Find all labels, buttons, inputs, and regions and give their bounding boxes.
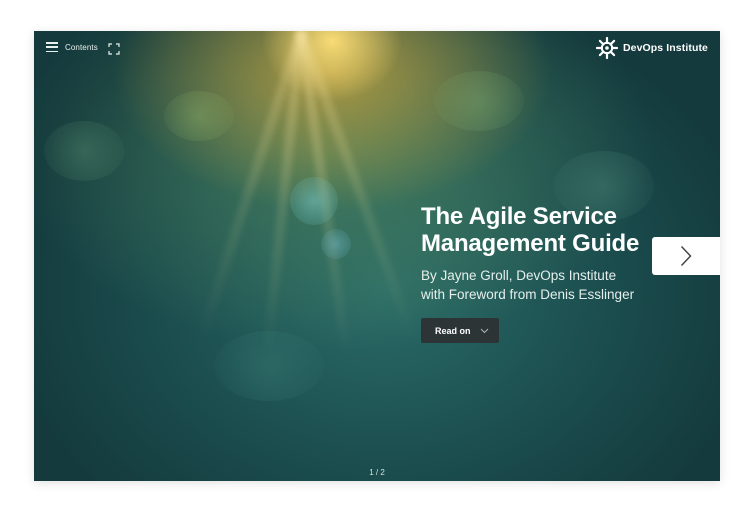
next-page-button[interactable] (652, 237, 720, 275)
fullscreen-icon (108, 43, 120, 55)
top-bar: Contents DevOps Institute (34, 31, 720, 67)
read-on-label: Read on (435, 325, 471, 336)
fullscreen-button[interactable] (108, 42, 120, 55)
read-on-button[interactable]: Read on (421, 318, 499, 343)
contents-menu-button[interactable]: Contents (46, 42, 98, 52)
chevron-right-icon (680, 246, 692, 266)
byline-line-1: By Jayne Groll, DevOps Institute (421, 268, 617, 283)
brand-logo[interactable]: DevOps Institute (595, 36, 708, 60)
light-ray (296, 31, 419, 343)
page-indicator: 1 / 2 (369, 468, 385, 477)
bokeh-light (164, 91, 234, 141)
bokeh-light (44, 121, 124, 181)
devops-institute-logo-icon (595, 36, 619, 60)
slide-viewport: Contents DevOps Institute The Agile Serv… (34, 31, 720, 481)
bokeh-light (434, 71, 524, 131)
brand-name: DevOps Institute (622, 42, 708, 54)
contents-label: Contents (65, 42, 98, 52)
title-line-1: The Agile Service (421, 203, 617, 230)
hamburger-icon (46, 42, 58, 52)
byline-line-2: with Foreword from Denis Esslinger (421, 287, 635, 302)
chevron-down-icon (480, 328, 488, 333)
title-line-2: Management Guide (421, 230, 640, 257)
